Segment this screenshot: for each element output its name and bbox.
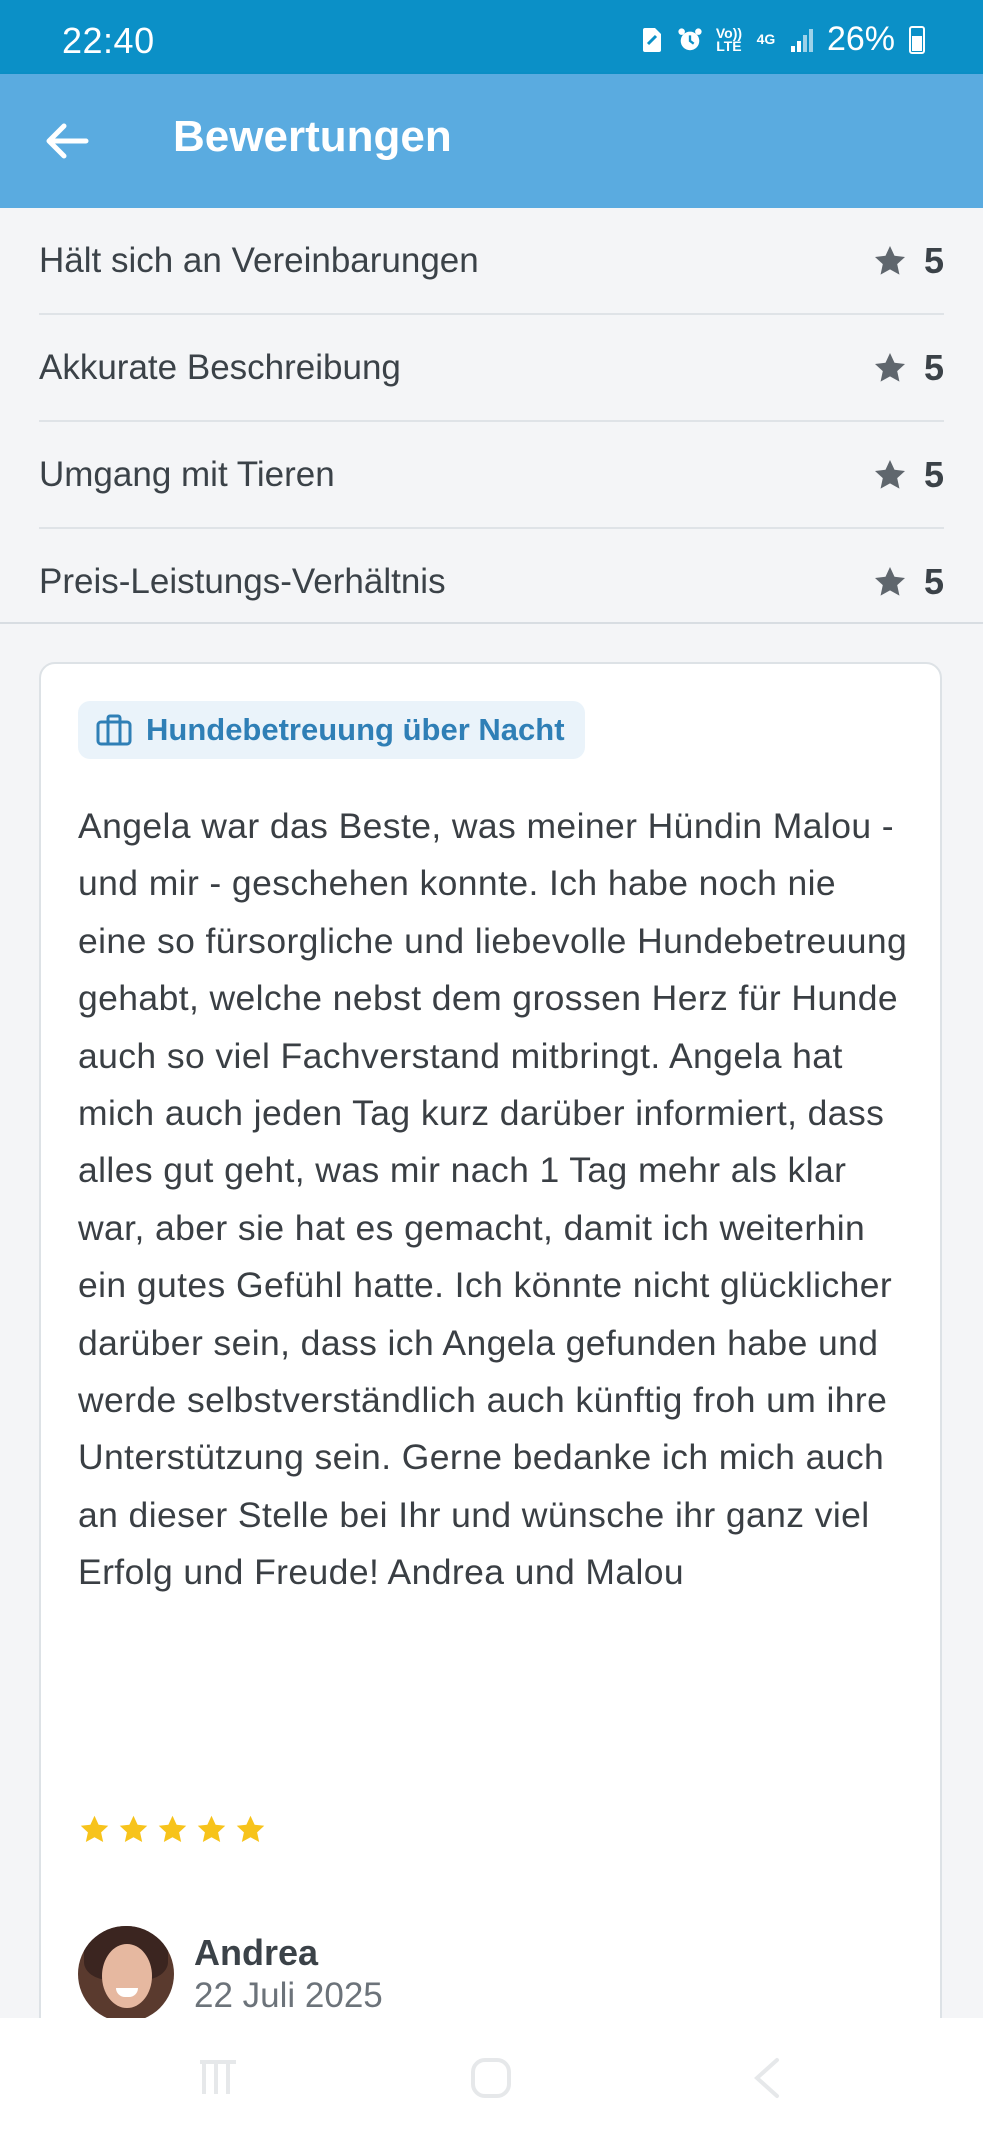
author-meta: Andrea 22 Juli 2025 xyxy=(194,1932,383,2016)
rating-label: Akkurate Beschreibung xyxy=(39,347,401,387)
status-icons: Vo)) LTE 4G 26% xyxy=(639,20,925,59)
sim-icon xyxy=(642,27,661,52)
category-ratings: Hält sich an Vereinbarungen 5 Akkurate B… xyxy=(0,208,983,634)
page-title: Bewertungen xyxy=(173,112,452,161)
4g-icon: 4G xyxy=(756,31,776,47)
service-tag: Hundebetreuung über Nacht xyxy=(78,701,585,759)
rating-score: 5 xyxy=(872,561,944,603)
rating-value: 5 xyxy=(923,453,944,495)
rating-label: Umgang mit Tieren xyxy=(39,454,335,494)
arrow-left-icon[interactable] xyxy=(42,116,92,166)
star-icon xyxy=(874,459,905,489)
author-name: Andrea xyxy=(194,1932,319,1973)
back-icon[interactable] xyxy=(745,2056,793,2100)
battery-icon xyxy=(909,25,925,54)
rating-label: Preis-Leistungs-Verhältnis xyxy=(39,561,446,601)
rating-label: Hält sich an Vereinbarungen xyxy=(39,240,479,280)
status-bar: 22:40 Vo)) LTE 4G 26% xyxy=(0,0,983,74)
review-date: 22 Juli 2025 xyxy=(194,1976,383,2015)
rating-value: 5 xyxy=(923,560,944,602)
review-author[interactable]: Andrea 22 Juli 2025 xyxy=(78,1926,383,2022)
star-icon xyxy=(158,1815,187,1843)
volte-icon: Vo)) LTE xyxy=(715,24,743,54)
rating-row-value: Preis-Leistungs-Verhältnis 5 xyxy=(39,529,944,634)
home-icon[interactable] xyxy=(467,2056,515,2100)
battery-percent: 26% xyxy=(826,20,895,58)
signal-icon xyxy=(790,28,813,52)
rating-row-agreements: Hält sich an Vereinbarungen 5 xyxy=(39,208,944,315)
status-time: 22:40 xyxy=(62,20,155,61)
star-icon xyxy=(197,1815,226,1843)
rating-score: 5 xyxy=(872,454,944,496)
rating-score: 5 xyxy=(872,240,944,282)
star-icon xyxy=(874,245,905,275)
avatar[interactable] xyxy=(78,1926,174,2022)
recents-icon[interactable] xyxy=(196,2056,244,2100)
divider xyxy=(0,622,983,624)
review-text: Angela war das Beste, was meiner Hündin … xyxy=(78,806,908,1593)
star-icon xyxy=(236,1815,265,1843)
service-tag-label: Hundebetreuung über Nacht xyxy=(146,712,565,747)
review-card: Hundebetreuung über Nacht Angela war das… xyxy=(39,662,942,2092)
review-stars xyxy=(78,1813,267,1846)
rating-row-animals: Umgang mit Tieren 5 xyxy=(39,422,944,529)
rating-score: 5 xyxy=(872,347,944,389)
star-icon xyxy=(874,352,905,382)
alarm-icon xyxy=(678,27,702,50)
star-icon xyxy=(874,566,905,596)
briefcase-icon xyxy=(96,714,132,746)
rating-value: 5 xyxy=(923,239,944,281)
system-nav-bar xyxy=(0,2018,983,2131)
star-icon xyxy=(119,1815,148,1843)
rating-row-description: Akkurate Beschreibung 5 xyxy=(39,315,944,422)
star-icon xyxy=(80,1815,109,1843)
rating-value: 5 xyxy=(923,346,944,388)
app-bar: Bewertungen xyxy=(0,74,983,208)
